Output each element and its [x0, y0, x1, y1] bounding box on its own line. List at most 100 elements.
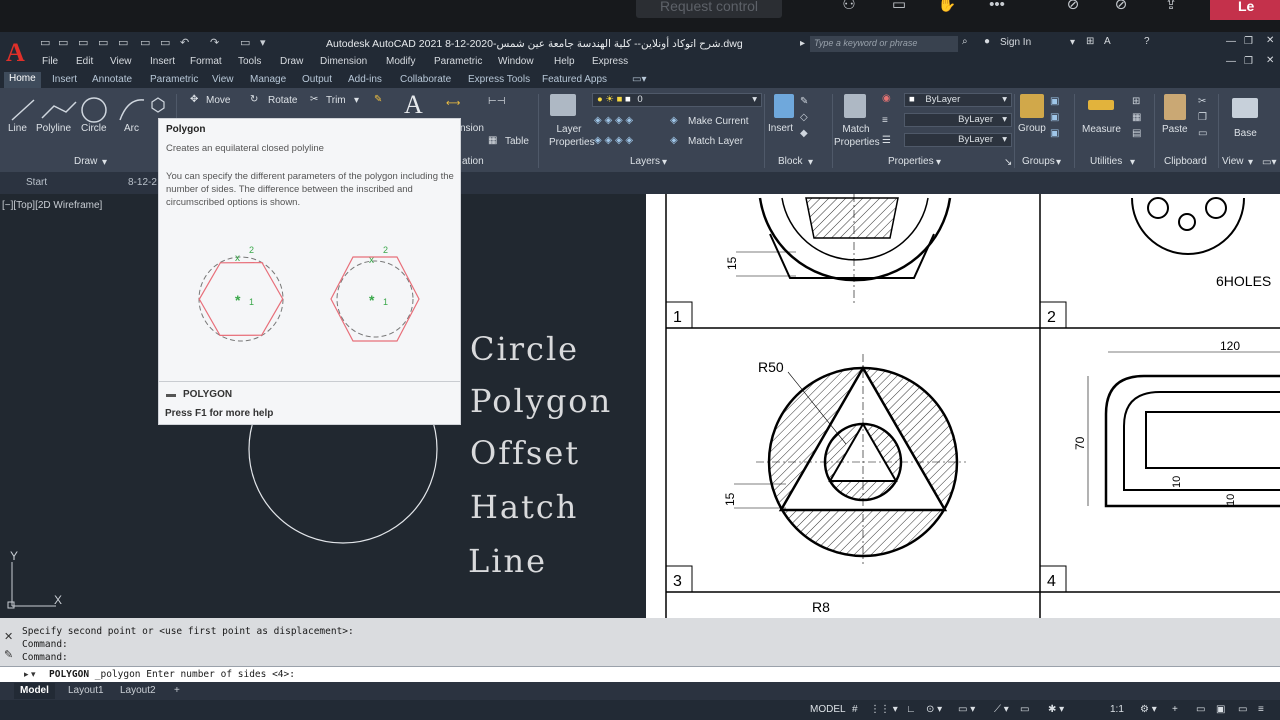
undo-icon[interactable]: ↶ — [180, 36, 189, 49]
measure-icon[interactable] — [1088, 100, 1114, 110]
chevron-down-icon[interactable]: ▾ — [102, 157, 107, 168]
group-icon[interactable] — [1020, 94, 1044, 118]
menu-dimension[interactable]: Dimension — [320, 56, 367, 67]
paste-icon[interactable] — [1164, 94, 1186, 120]
layer-dropdown[interactable]: ● ☀ ■ ■ 0 ▾ — [592, 93, 762, 107]
utilities-panel-title[interactable]: Utilities — [1090, 156, 1122, 167]
scale-dropdown[interactable]: 1:1 — [1110, 704, 1124, 715]
tab-insert[interactable]: Insert — [52, 74, 77, 85]
polyline-button[interactable]: Polyline — [36, 123, 71, 134]
layers-panel-title[interactable]: Layers — [630, 156, 660, 167]
annotation-panel-title[interactable]: ation — [462, 156, 484, 167]
annotation-scale-icon[interactable]: ✱ ▾ — [1048, 704, 1064, 715]
groups-panel-title[interactable]: Groups — [1022, 156, 1055, 167]
web-icon[interactable]: ▭ — [118, 36, 128, 49]
tab-annotate[interactable]: Annotate — [92, 74, 132, 85]
menu-window[interactable]: Window — [498, 56, 534, 67]
share-icon[interactable]: ⇪ — [1158, 0, 1184, 16]
close-icon[interactable]: ✕ — [4, 630, 13, 643]
model-space-toggle[interactable]: MODEL — [810, 704, 846, 715]
autodesk-a-icon[interactable]: A — [1104, 36, 1111, 47]
restore-icon[interactable]: ❐ — [1244, 36, 1253, 47]
snap-icon[interactable]: ⋮⋮ ▾ — [870, 704, 898, 715]
menu-tools[interactable]: Tools — [238, 56, 261, 67]
leave-button[interactable]: Le — [1210, 0, 1280, 20]
match-properties-button[interactable]: Match Properties — [834, 123, 880, 149]
color-wheel-icon[interactable]: ◉ — [882, 93, 891, 104]
chevron-down-icon[interactable]: ▾ — [354, 95, 359, 106]
doc-close-icon[interactable]: ✕ — [1266, 55, 1274, 66]
chevron-down-icon[interactable]: ▾ — [1130, 157, 1135, 168]
menu-parametric[interactable]: Parametric — [434, 56, 482, 67]
tab-collaborate[interactable]: Collaborate — [400, 74, 451, 85]
mic-off-icon[interactable]: ⊘ — [1108, 0, 1134, 16]
doc-minimize-icon[interactable]: — — [1226, 56, 1236, 67]
insert-block-icon[interactable] — [774, 94, 794, 118]
search-icon[interactable]: ⌕ — [962, 36, 968, 47]
polar-icon[interactable]: ⊙ ▾ — [926, 704, 942, 715]
lineweight-icon[interactable]: ⟋ ▾ — [994, 704, 1009, 715]
leader-icon[interactable]: ⊢⊣ — [488, 96, 505, 107]
line-button[interactable]: Line — [8, 123, 27, 134]
open-icon[interactable]: ▭ — [58, 36, 68, 49]
paste-button[interactable]: Paste — [1162, 124, 1188, 135]
close-icon[interactable]: ✕ — [1266, 35, 1274, 46]
camera-off-icon[interactable]: ⊘ — [1060, 0, 1086, 16]
utilities-tools-icons[interactable]: ⊞ ▦ ▤ — [1132, 94, 1141, 142]
save-web-icon[interactable]: ▭ — [140, 36, 150, 49]
clean-screen-icon[interactable]: ▭ — [1238, 704, 1247, 715]
menu-file[interactable]: File — [42, 56, 58, 67]
search-input[interactable]: Type a keyword or phrase — [810, 36, 958, 52]
trim-button[interactable]: Trim — [326, 95, 346, 106]
lineweight-dropdown[interactable]: ByLayer ▾ — [904, 113, 1012, 127]
chevron-down-icon[interactable]: ▾ — [1070, 37, 1075, 48]
more-icon[interactable]: ••• — [984, 0, 1010, 16]
table-button[interactable]: Table — [505, 136, 529, 147]
layer-properties-button[interactable]: Layer Properties — [549, 123, 595, 149]
text-icon[interactable]: A — [404, 90, 423, 120]
minimize-icon[interactable]: — — [1226, 36, 1236, 47]
chevron-down-icon[interactable]: ▾ — [936, 157, 941, 168]
tab-featured-apps[interactable]: Featured Apps — [542, 74, 607, 85]
color-dropdown[interactable]: ■ ByLayer ▾ — [904, 93, 1012, 107]
menu-help[interactable]: Help — [554, 56, 575, 67]
redo-icon[interactable]: ↷ — [210, 36, 219, 49]
help-icon[interactable]: ? — [1144, 36, 1150, 47]
wrench-icon[interactable]: ✎ — [4, 648, 13, 661]
save-icon[interactable]: ▭ — [78, 36, 88, 49]
new-icon[interactable]: ▭ — [40, 36, 50, 49]
group-button[interactable]: Group — [1018, 123, 1046, 134]
match-properties-icon[interactable] — [844, 94, 866, 118]
tab-layout1[interactable]: Layout1 — [68, 685, 104, 696]
menu-modify[interactable]: Modify — [386, 56, 415, 67]
save-as-icon[interactable]: ▭ — [98, 36, 108, 49]
group-tools-icons[interactable]: ▣ ▣ ▣ — [1050, 94, 1059, 142]
chevron-right-icon[interactable]: ▸ — [800, 38, 805, 49]
tab-home[interactable]: Home — [4, 72, 41, 88]
print-icon[interactable]: ▭ — [160, 36, 170, 49]
measure-button[interactable]: Measure — [1082, 124, 1121, 135]
doc-restore-icon[interactable]: ❐ — [1244, 56, 1253, 67]
menu-insert[interactable]: Insert — [150, 56, 175, 67]
osnap-icon[interactable]: ▭ ▾ — [958, 704, 975, 715]
add-layout-icon[interactable]: + — [174, 685, 180, 696]
request-control-button[interactable]: Request control — [636, 0, 782, 18]
block-panel-title[interactable]: Block — [778, 156, 802, 167]
gear-icon[interactable]: ⚙ ▾ — [1140, 704, 1157, 715]
menu-express[interactable]: Express — [592, 56, 628, 67]
menu-draw[interactable]: Draw — [280, 56, 303, 67]
layer-tools-icons[interactable]: ◈ ◈ ◈ ◈ — [594, 115, 633, 126]
chevron-down-icon[interactable]: ▾ — [1248, 157, 1253, 168]
view-panel-title[interactable]: View — [1222, 156, 1244, 167]
autocad-logo[interactable]: A — [6, 38, 30, 67]
ribbon-options-icon[interactable]: ▭▾ — [1262, 157, 1276, 168]
ribbon-toggle-icon[interactable]: ▭▾ — [632, 74, 646, 85]
cart-icon[interactable]: ⊞ — [1086, 36, 1094, 47]
properties-panel-title[interactable]: Properties — [888, 156, 934, 167]
clipboard-tools-icons[interactable]: ✂ ❐ ▭ — [1198, 94, 1207, 142]
block-tools-icons[interactable]: ✎ ◇ ◆ — [800, 94, 808, 142]
transparency-icon[interactable]: ▭ — [1020, 704, 1029, 715]
tab-add-ins[interactable]: Add-ins — [348, 74, 382, 85]
make-current-button[interactable]: Make Current — [688, 116, 749, 127]
chat-icon[interactable]: ▭ — [886, 0, 912, 16]
